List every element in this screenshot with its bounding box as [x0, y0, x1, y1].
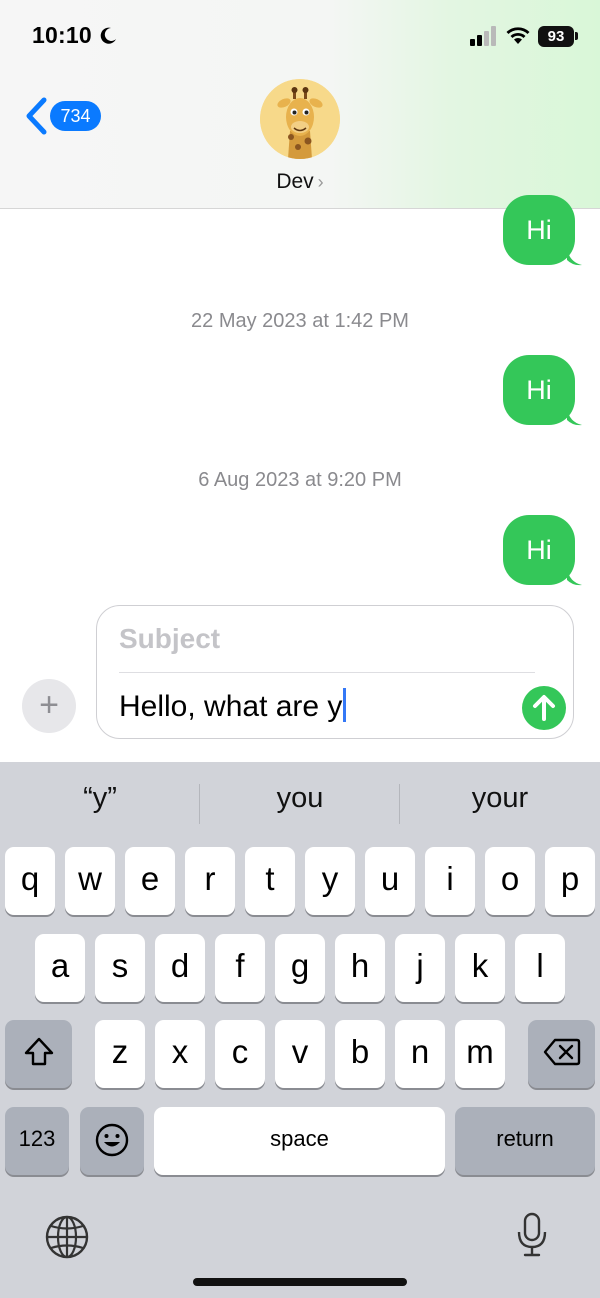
key-t[interactable]: t	[245, 847, 295, 915]
message-text: Hi	[526, 535, 552, 565]
composer-divider	[119, 672, 535, 673]
keyboard: “y” you your q w e r t y u i o p a s d f…	[0, 762, 600, 1298]
emoji-key[interactable]	[80, 1107, 144, 1175]
microphone-icon[interactable]	[515, 1212, 549, 1258]
key-w[interactable]: w	[65, 847, 115, 915]
contact-name-button[interactable]: Dev ›	[0, 170, 600, 194]
key-s[interactable]: s	[95, 934, 145, 1002]
key-r[interactable]: r	[185, 847, 235, 915]
key-d[interactable]: d	[155, 934, 205, 1002]
key-g[interactable]: g	[275, 934, 325, 1002]
sent-message-bubble[interactable]: Hi	[503, 195, 575, 265]
delete-key[interactable]	[528, 1020, 595, 1088]
key-m[interactable]: m	[455, 1020, 505, 1088]
key-k[interactable]: k	[455, 934, 505, 1002]
moon-icon	[100, 27, 116, 44]
home-indicator[interactable]	[193, 1278, 407, 1286]
space-key[interactable]: space	[154, 1107, 445, 1175]
sent-message-bubble[interactable]: Hi	[503, 355, 575, 425]
chevron-right-icon: ›	[317, 172, 324, 192]
key-x[interactable]: x	[155, 1020, 205, 1088]
back-chevron-icon[interactable]	[24, 97, 48, 135]
battery-tip	[575, 32, 578, 40]
sent-message-bubble[interactable]: Hi	[503, 515, 575, 585]
key-j[interactable]: j	[395, 934, 445, 1002]
shift-icon	[24, 1037, 53, 1066]
conversation-header: 10:10 93 734 Dev ›	[0, 0, 600, 209]
key-c[interactable]: c	[215, 1020, 265, 1088]
key-n[interactable]: n	[395, 1020, 445, 1088]
message-timestamp: 22 May 2023 at 1:42 PM	[191, 310, 409, 332]
key-b[interactable]: b	[335, 1020, 385, 1088]
contact-avatar[interactable]	[260, 79, 340, 159]
key-h[interactable]: h	[335, 934, 385, 1002]
suggestion-2[interactable]: you	[200, 782, 400, 815]
key-o[interactable]: o	[485, 847, 535, 915]
message-composer[interactable]: Subject Hello, what are y	[96, 605, 574, 739]
subject-field[interactable]: Subject	[119, 623, 220, 655]
giraffe-memoji-icon	[260, 79, 340, 159]
key-e[interactable]: e	[125, 847, 175, 915]
suggestion-3[interactable]: your	[400, 782, 600, 815]
send-button[interactable]	[522, 686, 566, 730]
add-attachment-button[interactable]: +	[22, 679, 76, 733]
key-y[interactable]: y	[305, 847, 355, 915]
key-a[interactable]: a	[35, 934, 85, 1002]
arrow-up-icon	[533, 695, 555, 721]
message-text: Hi	[526, 375, 552, 405]
text-cursor	[343, 688, 347, 722]
backspace-icon	[543, 1038, 580, 1066]
bubble-tail	[567, 248, 582, 266]
message-input-text: Hello, what are y	[119, 690, 343, 723]
contact-name: Dev	[276, 170, 314, 193]
key-z[interactable]: z	[95, 1020, 145, 1088]
status-time: 10:10	[32, 22, 92, 48]
battery-icon: 93	[538, 26, 574, 47]
key-f[interactable]: f	[215, 934, 265, 1002]
suggestion-1[interactable]: “y”	[0, 782, 200, 815]
message-input[interactable]: Hello, what are y	[119, 688, 347, 724]
globe-icon[interactable]	[44, 1214, 90, 1260]
message-timestamp: 6 Aug 2023 at 9:20 PM	[198, 469, 402, 491]
numbers-key[interactable]: 123	[5, 1107, 69, 1175]
key-p[interactable]: p	[545, 847, 595, 915]
key-u[interactable]: u	[365, 847, 415, 915]
bubble-tail	[567, 568, 582, 586]
emoji-icon	[95, 1123, 129, 1157]
bubble-tail	[567, 408, 582, 426]
key-l[interactable]: l	[515, 934, 565, 1002]
shift-key[interactable]	[5, 1020, 72, 1088]
key-q[interactable]: q	[5, 847, 55, 915]
key-i[interactable]: i	[425, 847, 475, 915]
return-key[interactable]: return	[455, 1107, 595, 1175]
wifi-icon	[506, 27, 530, 44]
key-v[interactable]: v	[275, 1020, 325, 1088]
unread-count-badge[interactable]: 734	[50, 101, 101, 131]
signal-icon	[470, 26, 496, 46]
message-text: Hi	[526, 215, 552, 245]
